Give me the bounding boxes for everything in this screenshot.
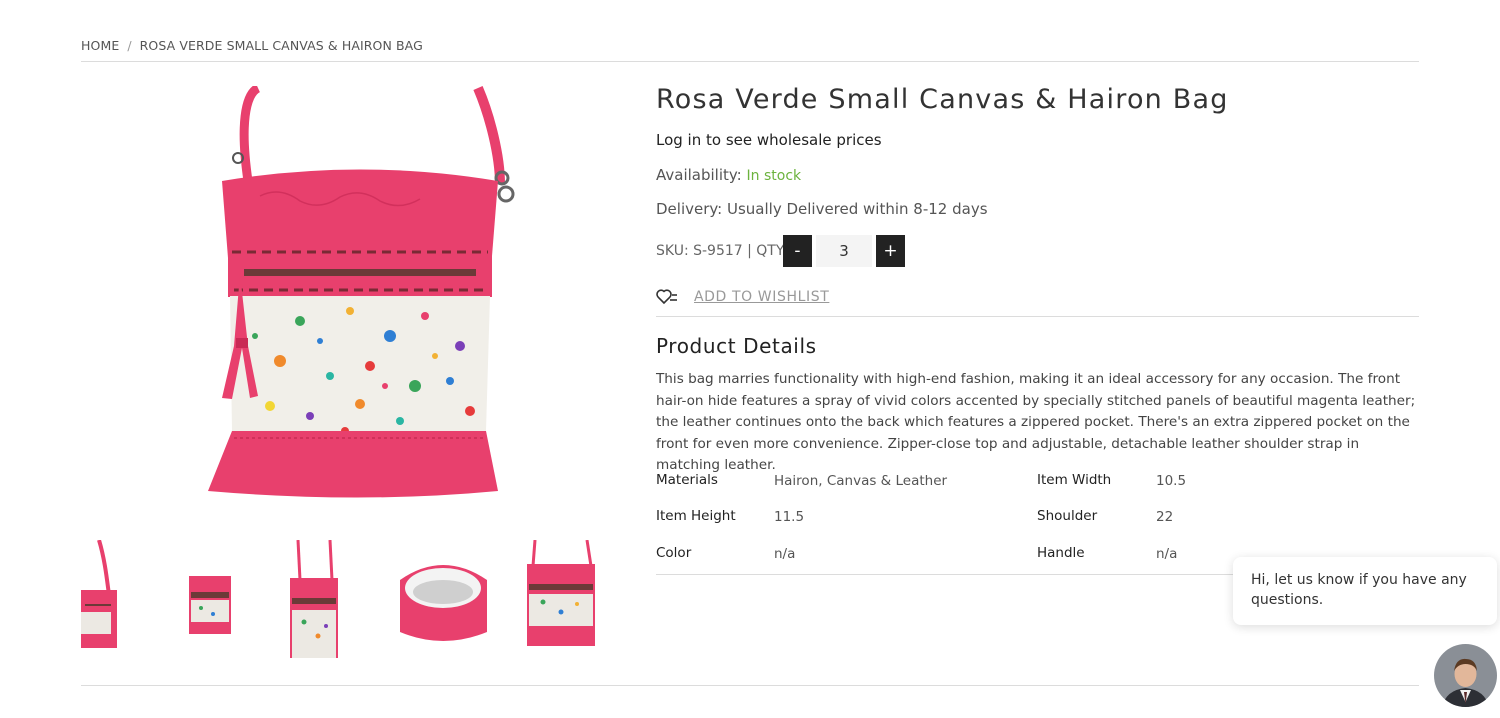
breadcrumb-home-link[interactable]: HOME [81, 38, 119, 53]
product-description: This bag marries functionality with high… [656, 371, 1416, 474]
thumbnail-4[interactable] [396, 540, 491, 658]
thumbnail-3[interactable] [286, 540, 346, 658]
footer-divider [81, 685, 1419, 686]
main-product-image[interactable] [160, 86, 540, 516]
wishlist-label: ADD TO WISHLIST [694, 289, 830, 305]
spec-handle-value: n/a [1156, 546, 1178, 562]
spec-item-width-value: 10.5 [1156, 473, 1187, 489]
breadcrumb-current: ROSA VERDE SMALL CANVAS & HAIRON BAG [139, 38, 423, 53]
spec-color-label: Color [656, 545, 692, 561]
heart-list-icon [656, 289, 677, 305]
header-divider [81, 61, 1419, 62]
qty-increment-button[interactable]: + [876, 235, 905, 267]
spec-shoulder-value: 22 [1156, 509, 1174, 525]
product-title: Rosa Verde Small Canvas & Hairon Bag [656, 84, 1229, 115]
spec-item-height-label: Item Height [656, 508, 736, 524]
qty-decrement-button[interactable]: - [783, 235, 812, 267]
product-details-heading: Product Details [656, 334, 817, 358]
thumbnail-1[interactable] [81, 540, 126, 658]
details-divider [656, 316, 1419, 317]
agent-photo-icon [1434, 644, 1497, 707]
availability-status: In stock [746, 168, 802, 184]
availability: Availability: In stock [656, 166, 801, 184]
thumbnail-2[interactable] [181, 540, 236, 658]
breadcrumb: HOME / ROSA VERDE SMALL CANVAS & HAIRON BA… [81, 38, 1419, 53]
spec-item-width-label: Item Width [1037, 472, 1112, 488]
breadcrumb-separator: / [127, 38, 132, 53]
spec-color-value: n/a [774, 546, 796, 562]
availability-label: Availability: [656, 166, 742, 184]
chat-greeting-bubble[interactable]: Hi, let us know if you have any question… [1233, 557, 1497, 625]
thumbnail-5[interactable] [521, 540, 601, 658]
add-to-wishlist-link[interactable]: ADD TO WISHLIST [656, 288, 829, 306]
spec-shoulder-label: Shoulder [1037, 508, 1098, 524]
spec-materials-value: Hairon, Canvas & Leather [774, 473, 948, 489]
thumbnail-strip [81, 540, 621, 660]
sku-qty-label: SKU: S-9517 | QTY [656, 243, 785, 259]
spec-item-height-value: 11.5 [774, 509, 805, 525]
qty-input[interactable] [816, 235, 872, 267]
spec-materials-label: Materials [656, 472, 718, 488]
spec-handle-label: Handle [1037, 545, 1085, 561]
chat-agent-avatar[interactable] [1434, 644, 1497, 707]
login-wholesale-link[interactable]: Log in to see wholesale prices [656, 131, 882, 149]
delivery-info: Delivery: Usually Delivered within 8-12 … [656, 200, 988, 218]
